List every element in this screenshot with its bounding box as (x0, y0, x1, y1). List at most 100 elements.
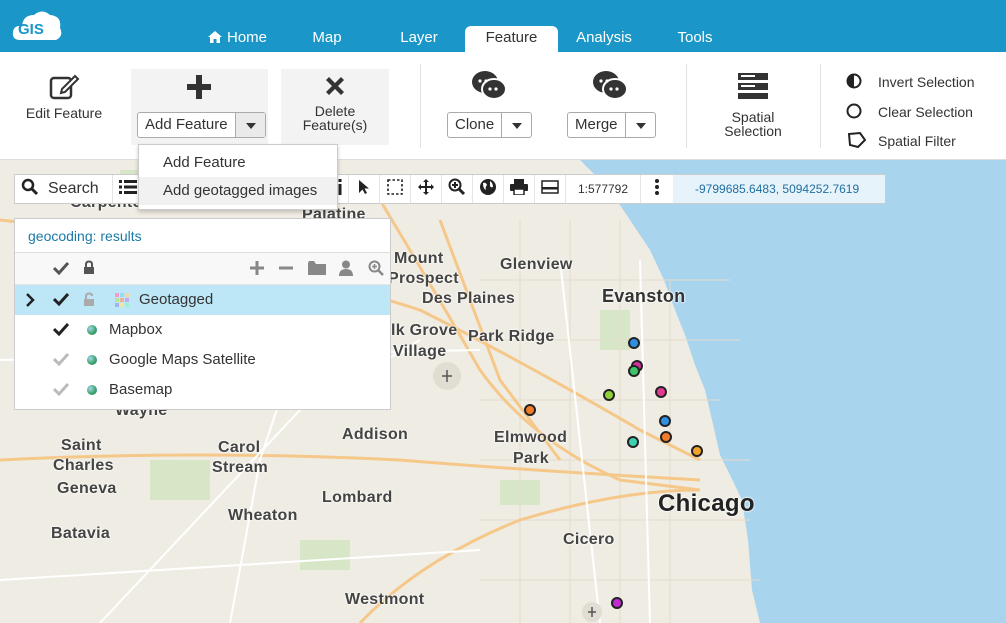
ruler-icon (541, 179, 559, 199)
geotagged-marker[interactable] (691, 445, 703, 457)
geotagged-marker[interactable] (660, 431, 672, 443)
merge-dropdown-toggle[interactable] (624, 113, 655, 137)
tab-layer-label: Layer (400, 29, 438, 46)
layers-list-icon (705, 72, 801, 110)
clone-label[interactable]: Clone (448, 113, 501, 137)
clone-split-button[interactable]: Clone (447, 112, 533, 138)
dashed-box-icon (387, 178, 403, 200)
tab-tools-label: Tools (677, 29, 713, 46)
geotagged-marker[interactable] (628, 365, 640, 377)
map-label: Addison (342, 426, 409, 443)
ribbon-divider (820, 64, 821, 148)
layer-row-geotagged[interactable]: Geotagged (15, 285, 390, 315)
delete-label-line2: Feature(s) (302, 117, 368, 133)
clear-selection-label: Clear Selection (878, 104, 973, 120)
layer-row-google-satellite[interactable]: Google Maps Satellite (15, 345, 390, 375)
visibility-check-icon[interactable] (52, 292, 70, 308)
lock-icon[interactable] (83, 260, 95, 279)
chat-bubbles-icon (471, 70, 507, 107)
map-label: Charles (53, 457, 114, 474)
clear-selection-button[interactable]: Clear Selection (846, 101, 973, 123)
merge-label[interactable]: Merge (568, 113, 625, 137)
map-label: Park (513, 450, 549, 467)
geotagged-marker[interactable] (655, 386, 667, 398)
user-icon[interactable] (339, 260, 353, 280)
geotagged-marker[interactable] (627, 436, 639, 448)
print-icon (510, 178, 528, 200)
spatial-filter-button[interactable]: Spatial Filter (846, 130, 956, 152)
tab-analysis-label: Analysis (576, 29, 632, 46)
tab-home[interactable]: Home (198, 26, 276, 52)
zoom-to-layer-icon[interactable] (368, 260, 384, 280)
map-label: Carol (218, 439, 261, 456)
visibility-check-icon[interactable] (52, 382, 70, 398)
pan-button[interactable] (411, 175, 442, 203)
select-pointer-button[interactable] (349, 175, 380, 203)
add-layer-icon[interactable] (250, 261, 264, 279)
chevron-down-icon (512, 123, 523, 129)
check-all-icon[interactable] (52, 261, 70, 279)
box-select-button[interactable] (380, 175, 411, 203)
close-icon (281, 74, 389, 104)
geotagged-marker[interactable] (659, 415, 671, 427)
coordinate-readout: -9799685.6483, 5094252.7619 (673, 175, 885, 203)
map-label: Des Plaines (422, 290, 516, 307)
top-navigation-bar: GIS Home Map Layer Feature Analysis Tool… (0, 0, 1006, 52)
move-arrows-icon (417, 178, 435, 201)
globe-button[interactable] (473, 175, 504, 203)
chat-bubbles-icon (592, 70, 628, 107)
folder-icon[interactable] (308, 261, 326, 279)
add-feature-split-button[interactable]: Add Feature (137, 112, 266, 138)
more-options-button[interactable] (641, 175, 673, 203)
expand-chevron-icon[interactable] (25, 293, 35, 311)
search-button[interactable]: Search (15, 175, 113, 203)
map-label: Elmwood (494, 429, 568, 446)
layer-row-mapbox[interactable]: Mapbox (15, 315, 390, 345)
ribbon-divider (420, 64, 421, 148)
geotagged-marker[interactable] (524, 404, 536, 416)
layer-panel: geocoding: results Geotagged Mapbox Goog… (14, 218, 391, 410)
unlock-icon[interactable] (83, 292, 97, 311)
delete-feature-button[interactable]: Delete Feature(s) (281, 74, 389, 132)
tab-feature-label: Feature (485, 29, 538, 46)
tab-tools[interactable]: Tools (665, 26, 725, 52)
layer-name: Google Maps Satellite (109, 351, 256, 368)
circle-icon (846, 103, 862, 122)
home-icon (207, 28, 223, 52)
tab-home-label: Home (226, 29, 267, 46)
add-feature-dropdown-toggle[interactable] (234, 113, 265, 137)
menu-item-add-geotagged-images[interactable]: Add geotagged images (139, 177, 337, 205)
tab-feature[interactable]: Feature (465, 26, 558, 52)
remove-layer-icon[interactable] (279, 261, 293, 279)
visibility-check-icon[interactable] (52, 352, 70, 368)
airport-icon (433, 362, 461, 390)
tab-analysis[interactable]: Analysis (566, 26, 642, 52)
menu-item-add-feature[interactable]: Add Feature (139, 149, 337, 177)
geotagged-marker[interactable] (611, 597, 623, 609)
spatial-filter-label: Spatial Filter (878, 133, 956, 149)
geotagged-marker[interactable] (603, 389, 615, 401)
map-label: Stream (212, 459, 269, 476)
clone-dropdown-toggle[interactable] (501, 113, 531, 137)
visibility-check-icon[interactable] (52, 322, 70, 338)
spatial-selection-button[interactable]: Spatial Selection (705, 72, 801, 138)
invert-selection-button[interactable]: Invert Selection (846, 71, 975, 93)
print-button[interactable] (504, 175, 535, 203)
merge-split-button[interactable]: Merge (567, 112, 656, 138)
edit-feature-label: Edit Feature (25, 105, 103, 121)
invert-selection-label: Invert Selection (878, 74, 975, 90)
zoom-in-button[interactable] (442, 175, 473, 203)
globe-icon (479, 178, 497, 201)
spatial-selection-line1: Spatial (731, 109, 775, 125)
layer-row-basemap[interactable]: Basemap (15, 375, 390, 405)
layer-name: Mapbox (109, 321, 163, 338)
chevron-down-icon (245, 123, 256, 129)
geotagged-marker[interactable] (628, 337, 640, 349)
add-feature-label[interactable]: Add Feature (138, 113, 235, 137)
plus-icon[interactable] (186, 74, 212, 105)
edit-feature-button[interactable]: Edit Feature (18, 72, 110, 120)
measure-button[interactable] (535, 175, 566, 203)
map-label: Prospect (388, 270, 459, 287)
tab-map[interactable]: Map (298, 26, 356, 52)
tab-layer[interactable]: Layer (388, 26, 450, 52)
